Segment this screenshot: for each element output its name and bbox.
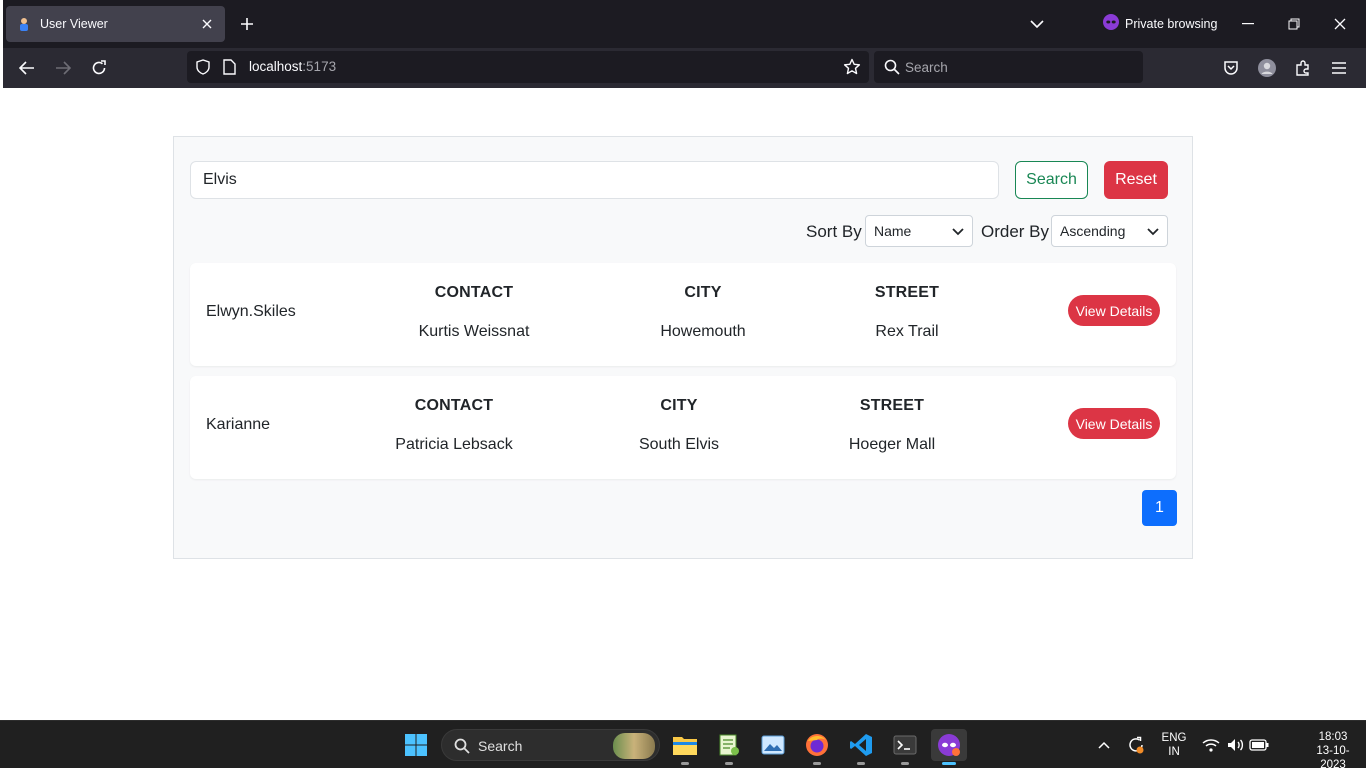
running-indicator	[901, 762, 909, 765]
contact-header: CONTACT	[434, 284, 514, 301]
private-browsing-indicator: Private browsing	[1103, 14, 1217, 33]
contact-column: CONTACT Patricia Lebsack	[395, 397, 512, 454]
url-bar[interactable]: localhost:5173	[187, 51, 869, 83]
street-header: STREET	[874, 284, 940, 301]
sort-by-select[interactable]: Name	[865, 215, 973, 247]
vscode-icon[interactable]	[845, 729, 877, 765]
street-value: Rex Trail	[875, 323, 939, 340]
running-indicator	[681, 762, 689, 765]
search-highlight-image	[613, 733, 655, 759]
pocket-icon[interactable]	[1219, 56, 1243, 80]
language-code: ENG	[1161, 732, 1187, 744]
search-input[interactable]	[190, 161, 999, 199]
close-window-icon[interactable]	[1328, 12, 1352, 36]
browser-tab-bar: User Viewer Private browsing	[3, 0, 1366, 48]
url-port: :5173	[302, 59, 337, 74]
active-indicator	[942, 762, 956, 765]
city-column: CITY South Elvis	[639, 397, 719, 454]
chevron-up-icon[interactable]	[1094, 735, 1114, 755]
chevron-down-icon[interactable]	[1026, 13, 1048, 35]
volume-icon[interactable]	[1225, 735, 1245, 755]
account-avatar-icon[interactable]	[1255, 56, 1279, 80]
sync-update-icon[interactable]	[1126, 735, 1146, 755]
region-code: IN	[1168, 746, 1180, 758]
terminal-icon[interactable]	[889, 729, 921, 765]
running-indicator	[857, 762, 865, 765]
shield-icon[interactable]	[195, 59, 211, 80]
sort-by-label: Sort By	[806, 222, 862, 241]
back-arrow-icon[interactable]	[15, 56, 39, 80]
taskbar-search-label: Search	[478, 738, 523, 754]
user-name: Elwyn.Skiles	[206, 303, 296, 320]
reset-button[interactable]: Reset	[1104, 161, 1168, 199]
bookmark-star-icon[interactable]	[843, 58, 861, 81]
pagination-page-button[interactable]: 1	[1142, 490, 1177, 526]
user-favicon-icon	[16, 16, 32, 32]
contact-column: CONTACT Kurtis Weissnat	[419, 284, 530, 341]
clock-time: 18:03	[1318, 731, 1348, 743]
view-details-button[interactable]: View Details	[1068, 295, 1160, 326]
contact-header: CONTACT	[414, 397, 494, 414]
tab-title: User Viewer	[40, 17, 108, 31]
photos-app-icon[interactable]	[757, 729, 789, 761]
street-column: STREET Rex Trail	[875, 284, 939, 341]
close-tab-icon[interactable]	[199, 16, 215, 32]
notepad-plus-plus-icon[interactable]	[713, 729, 745, 765]
reload-icon[interactable]	[87, 56, 111, 80]
url-host: localhost	[249, 59, 303, 74]
contact-value: Patricia Lebsack	[395, 436, 513, 453]
city-header: CITY	[684, 284, 722, 301]
browser-search-placeholder: Search	[905, 60, 948, 75]
user-card: Karianne CONTACT Patricia Lebsack CITY S…	[190, 376, 1176, 479]
firefox-icon[interactable]	[801, 729, 833, 765]
forward-arrow-icon[interactable]	[51, 56, 75, 80]
user-name: Karianne	[206, 416, 271, 433]
city-value: South Elvis	[638, 436, 720, 453]
city-value: Howemouth	[660, 323, 746, 340]
windows-start-icon[interactable]	[400, 729, 432, 761]
minimize-icon[interactable]	[1236, 12, 1260, 36]
browser-tab[interactable]: User Viewer	[6, 6, 225, 42]
private-mask-icon	[1103, 14, 1119, 33]
battery-icon[interactable]	[1249, 735, 1269, 755]
language-indicator[interactable]: ENG IN	[1158, 731, 1190, 759]
browser-search-bar[interactable]: Search	[874, 51, 1143, 83]
extensions-icon[interactable]	[1291, 56, 1315, 80]
new-tab-icon[interactable]	[236, 13, 258, 35]
street-column: STREET Hoeger Mall	[849, 397, 935, 454]
chevron-down-icon	[1147, 223, 1159, 239]
clock[interactable]: 18:03 13-10-2023	[1306, 730, 1360, 768]
url-text[interactable]: localhost:5173	[249, 59, 336, 74]
taskbar-search-box[interactable]: Search	[441, 729, 660, 761]
order-by-select[interactable]: Ascending	[1051, 215, 1168, 247]
view-details-button[interactable]: View Details	[1068, 408, 1160, 439]
order-by-value: Ascending	[1060, 223, 1126, 239]
street-value: Hoeger Mall	[848, 436, 936, 453]
sort-by-value: Name	[874, 223, 912, 239]
user-viewer-panel: Search Reset Sort By Name Order By Ascen…	[173, 136, 1193, 559]
search-icon	[454, 738, 470, 759]
private-browsing-label: Private browsing	[1125, 16, 1218, 31]
running-indicator	[813, 762, 821, 765]
browser-nav-bar: localhost:5173 Search	[3, 48, 1366, 88]
taskbar: Search ENG IN 18:03 13-10-2023	[0, 720, 1366, 768]
contact-value: Kurtis Weissnat	[418, 323, 530, 340]
user-card: Elwyn.Skiles CONTACT Kurtis Weissnat CIT…	[190, 263, 1176, 366]
search-button[interactable]: Search	[1015, 161, 1088, 199]
hamburger-menu-icon[interactable]	[1327, 56, 1351, 80]
running-indicator	[725, 762, 733, 765]
file-explorer-icon[interactable]	[669, 729, 701, 765]
firefox-private-icon[interactable]	[931, 729, 967, 765]
city-header: CITY	[660, 397, 698, 414]
page-info-icon[interactable]	[222, 59, 236, 80]
wifi-icon[interactable]	[1201, 735, 1221, 755]
clock-date: 13-10-2023	[1316, 745, 1350, 768]
order-by-label: Order By	[981, 222, 1050, 241]
search-icon	[884, 59, 900, 80]
city-column: CITY Howemouth	[660, 284, 745, 341]
street-header: STREET	[859, 397, 925, 414]
chevron-down-icon	[952, 223, 964, 239]
restore-icon[interactable]	[1282, 12, 1306, 36]
